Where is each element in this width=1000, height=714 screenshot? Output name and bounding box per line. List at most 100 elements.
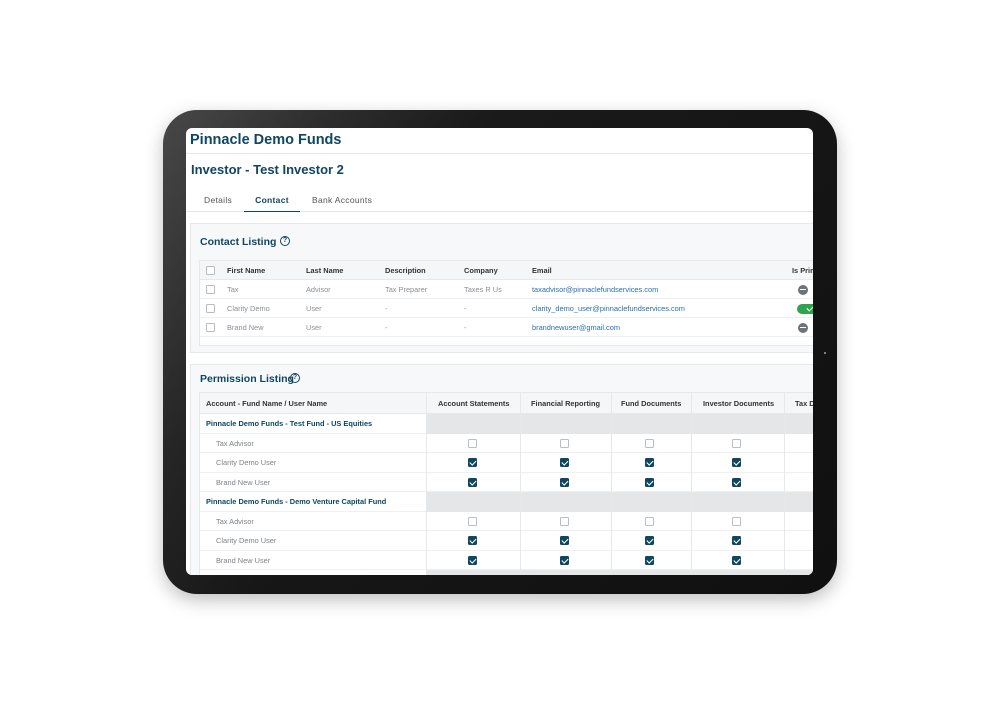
perm-financial-reporting-checkbox[interactable] [560, 555, 569, 565]
perm-account-statements-checkbox[interactable] [468, 477, 477, 487]
last-name: Advisor [306, 285, 331, 294]
scroll-indicator [824, 352, 826, 354]
perm-investor-documents-checkbox[interactable] [732, 438, 741, 448]
row-checkbox[interactable] [206, 285, 215, 294]
perm-financial-reporting-checkbox[interactable] [560, 458, 569, 467]
table-row[interactable]: Clarity Demo User - - clarity_demo_user@… [200, 299, 813, 318]
perm-fund-documents-checkbox[interactable] [645, 516, 654, 526]
not-primary-icon[interactable] [798, 284, 808, 295]
user-name: Brand New User [216, 555, 271, 565]
first-name: Brand New [227, 323, 264, 332]
company: Taxes R Us [464, 285, 502, 294]
perm-financial-reporting-checkbox[interactable] [560, 438, 569, 448]
user-permission-row: Brand New User [200, 473, 813, 492]
perm-fund-documents-checkbox[interactable] [645, 438, 654, 448]
fund-row-fill [426, 492, 813, 512]
user-permission-row: Tax Advisor [200, 512, 813, 531]
perm-account-statements-checkbox[interactable] [468, 516, 477, 526]
column-divider [426, 393, 427, 575]
last-name: User [306, 323, 322, 332]
col-company[interactable]: Company [464, 266, 498, 275]
column-divider [611, 393, 612, 575]
row-checkbox[interactable] [206, 323, 215, 332]
app-screen: Pinnacle Demo Funds Investor - Test Inve… [186, 128, 813, 575]
fund-name: Pinnacle Demo Funds - Test Fund - US Equ… [206, 419, 373, 428]
col-last-name[interactable]: Last Name [306, 266, 343, 275]
tab-details[interactable]: Details [204, 188, 232, 212]
permission-table-header: Account - Fund Name / User Name Account … [200, 393, 813, 414]
fund-row-fill [426, 570, 813, 575]
column-divider [520, 393, 521, 575]
email-link[interactable]: brandnewuser@gmail.com [532, 323, 620, 332]
not-primary-icon[interactable] [798, 322, 808, 333]
perm-investor-documents-checkbox[interactable] [732, 516, 741, 526]
page-title: Investor - Test Investor 2 [191, 162, 344, 177]
user-permission-row: Clarity Demo User [200, 453, 813, 473]
permission-table: Account - Fund Name / User Name Account … [199, 392, 813, 575]
perm-account-statements-checkbox[interactable] [468, 438, 477, 448]
perm-fund-documents-checkbox[interactable] [645, 555, 654, 565]
email-link[interactable]: taxadvisor@pinnaclefundservices.com [532, 285, 658, 294]
column-divider [784, 393, 785, 575]
permission-listing-title: Permission Listing [200, 373, 294, 385]
col-financial-reporting[interactable]: Financial Reporting [531, 399, 600, 408]
brand-bar: Pinnacle Demo Funds [186, 128, 813, 154]
col-description[interactable]: Description [385, 266, 426, 275]
col-first-name[interactable]: First Name [227, 266, 265, 275]
contact-table: First Name Last Name Description Company… [199, 260, 813, 346]
col-investor-documents[interactable]: Investor Documents [703, 399, 774, 408]
select-all-checkbox[interactable] [206, 266, 215, 275]
perm-investor-documents-checkbox[interactable] [732, 458, 741, 467]
fund-row [200, 570, 813, 575]
fund-row: Pinnacle Demo Funds - Demo Venture Capit… [200, 492, 813, 512]
description: - [385, 323, 388, 332]
question-circle-icon[interactable]: ? [290, 373, 300, 383]
perm-account-statements-checkbox[interactable] [468, 536, 477, 545]
perm-financial-reporting-checkbox[interactable] [560, 516, 569, 526]
column-divider [691, 393, 692, 575]
tab-contact[interactable]: Contact [244, 188, 300, 212]
perm-investor-documents-checkbox[interactable] [732, 536, 741, 545]
table-row[interactable]: Tax Advisor Tax Preparer Taxes R Us taxa… [200, 280, 813, 299]
last-name: User [306, 304, 322, 313]
perm-investor-documents-checkbox[interactable] [732, 555, 741, 565]
col-tax-documents[interactable]: Tax D [795, 399, 813, 408]
col-email[interactable]: Email [532, 266, 552, 275]
first-name: Clarity Demo [227, 304, 270, 313]
user-permission-row: Brand New User [200, 551, 813, 570]
perm-fund-documents-checkbox[interactable] [645, 477, 654, 487]
perm-account-statements-checkbox[interactable] [468, 458, 477, 467]
tablet-frame: Pinnacle Demo Funds Investor - Test Inve… [163, 110, 837, 594]
tab-bank-accounts[interactable]: Bank Accounts [312, 188, 372, 212]
brand-title[interactable]: Pinnacle Demo Funds [190, 132, 341, 148]
description: - [385, 304, 388, 313]
perm-account-statements-checkbox[interactable] [468, 555, 477, 565]
col-is-primary[interactable]: Is Prim [792, 266, 813, 275]
user-permission-row: Tax Advisor [200, 434, 813, 453]
company: - [464, 323, 467, 332]
perm-investor-documents-checkbox[interactable] [732, 477, 741, 487]
perm-fund-documents-checkbox[interactable] [645, 458, 654, 467]
company: - [464, 304, 467, 313]
primary-toggle-on[interactable] [797, 303, 813, 314]
fund-row-fill [426, 414, 813, 434]
col-account-statements[interactable]: Account Statements [438, 399, 509, 408]
user-name: Clarity Demo User [216, 458, 277, 467]
perm-fund-documents-checkbox[interactable] [645, 536, 654, 545]
table-row[interactable]: Brand New User - - brandnewuser@gmail.co… [200, 318, 813, 337]
contact-listing-title: Contact Listing [200, 236, 277, 248]
col-fund-documents[interactable]: Fund Documents [621, 399, 681, 408]
question-circle-icon[interactable]: ? [280, 236, 290, 246]
contact-table-header: First Name Last Name Description Company… [200, 261, 813, 280]
description: Tax Preparer [385, 285, 428, 294]
email-link[interactable]: clarity_demo_user@pinnaclefundservices.c… [532, 304, 685, 313]
user-name: Brand New User [216, 477, 271, 487]
row-checkbox[interactable] [206, 304, 215, 313]
perm-financial-reporting-checkbox[interactable] [560, 477, 569, 487]
fund-name: Pinnacle Demo Funds - Demo Venture Capit… [206, 497, 387, 506]
user-name: Tax Advisor [216, 516, 254, 526]
col-account-fund-user[interactable]: Account - Fund Name / User Name [206, 399, 327, 408]
user-permission-row: Clarity Demo User [200, 531, 813, 551]
fund-row: Pinnacle Demo Funds - Test Fund - US Equ… [200, 414, 813, 434]
perm-financial-reporting-checkbox[interactable] [560, 536, 569, 545]
